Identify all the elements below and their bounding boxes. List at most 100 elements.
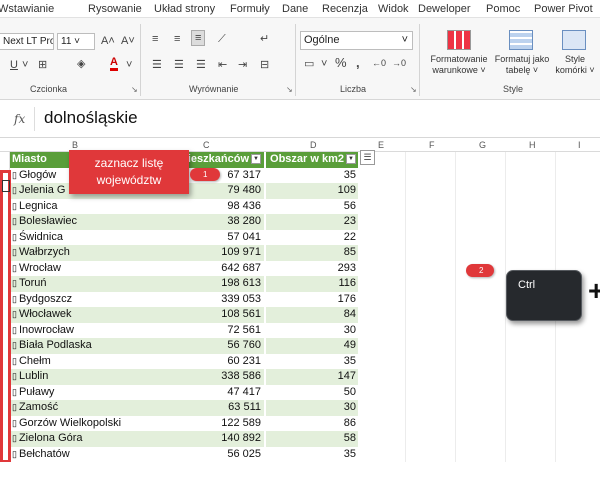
- fill-color-icon[interactable]: ◈: [77, 57, 85, 71]
- city-cell[interactable]: ▯ Wrocław: [10, 260, 158, 276]
- city-cell[interactable]: ▯ Legnica: [10, 198, 158, 214]
- area-cell[interactable]: 35: [266, 353, 358, 369]
- align-bottom-icon[interactable]: ≡: [191, 30, 206, 46]
- population-cell[interactable]: 57 041: [158, 229, 264, 245]
- area-cell[interactable]: 147: [266, 369, 358, 385]
- shrink-font-icon[interactable]: A˅: [121, 34, 135, 48]
- city-cell[interactable]: ▯ Bolesławiec: [10, 214, 158, 230]
- underline-icon[interactable]: U: [10, 58, 18, 72]
- increase-indent-icon[interactable]: ⇥: [238, 58, 247, 72]
- population-cell[interactable]: 72 561: [158, 322, 264, 338]
- number-dialog-launcher-icon[interactable]: ↘: [410, 85, 417, 94]
- city-cell[interactable]: ▯ Biała Podlaska: [10, 338, 158, 354]
- formula-input[interactable]: dolnośląskie: [44, 108, 138, 128]
- alignment-dialog-launcher-icon[interactable]: ↘: [286, 85, 293, 94]
- area-cell[interactable]: 109: [266, 183, 358, 199]
- city-cell[interactable]: ▯ Zamość: [10, 400, 158, 416]
- area-cell[interactable]: 50: [266, 384, 358, 400]
- filter-dropdown-icon[interactable]: ▼: [346, 154, 356, 165]
- chevron-down-icon[interactable]: ˅: [321, 57, 327, 71]
- city-cell[interactable]: ▯ Gorzów Wielkopolski: [10, 415, 158, 431]
- align-top-icon[interactable]: ≡: [152, 32, 158, 46]
- area-cell[interactable]: 293: [266, 260, 358, 276]
- area-cell[interactable]: 49: [266, 338, 358, 354]
- population-cell[interactable]: 122 589: [158, 415, 264, 431]
- tab-developer[interactable]: Deweloper: [418, 3, 471, 15]
- tab-formulas[interactable]: Formuły: [230, 3, 270, 15]
- column-header-d[interactable]: D: [310, 140, 317, 150]
- accounting-format-icon[interactable]: ▭: [304, 57, 314, 71]
- population-cell[interactable]: 63 511: [158, 400, 264, 416]
- percent-icon[interactable]: %: [335, 56, 347, 70]
- font-size-select[interactable]: 11 ˅: [57, 33, 95, 50]
- merge-center-icon[interactable]: ⊟: [260, 58, 269, 72]
- population-cell[interactable]: 198 613: [158, 276, 264, 292]
- area-cell[interactable]: 30: [266, 400, 358, 416]
- city-cell[interactable]: ▯ Toruń: [10, 276, 158, 292]
- tab-review[interactable]: Recenzja: [322, 3, 368, 15]
- city-cell[interactable]: ▯ Zielona Góra: [10, 431, 158, 447]
- city-cell[interactable]: ▯ Włocławek: [10, 307, 158, 323]
- area-cell[interactable]: 30: [266, 322, 358, 338]
- wrap-text-icon[interactable]: ↵: [260, 32, 269, 46]
- font-name-select[interactable]: Next LT Pro ˅: [0, 33, 54, 50]
- population-cell[interactable]: 38 280: [158, 214, 264, 230]
- tab-data[interactable]: Dane: [282, 3, 308, 15]
- dropdown-icon[interactable]: ˅: [22, 58, 28, 72]
- city-cell[interactable]: ▯ Chełm: [10, 353, 158, 369]
- column-header-e[interactable]: E: [378, 140, 384, 150]
- align-center-icon[interactable]: ☰: [174, 58, 184, 72]
- population-cell[interactable]: 60 231: [158, 353, 264, 369]
- city-cell[interactable]: ▯ Bełchatów: [10, 446, 158, 462]
- tab-view[interactable]: Widok: [378, 3, 409, 15]
- area-cell[interactable]: 84: [266, 307, 358, 323]
- decrease-decimal-icon[interactable]: →0: [392, 56, 406, 70]
- column-header-b[interactable]: B: [72, 140, 78, 150]
- font-dialog-launcher-icon[interactable]: ↘: [131, 85, 138, 94]
- area-cell[interactable]: 35: [266, 167, 358, 183]
- population-cell[interactable]: 140 892: [158, 431, 264, 447]
- population-cell[interactable]: 642 687: [158, 260, 264, 276]
- city-cell[interactable]: ▯ Lublin: [10, 369, 158, 385]
- filter-dropdown-icon[interactable]: ▼: [251, 154, 261, 165]
- number-format-select[interactable]: Ogólne ˅: [300, 31, 413, 50]
- align-middle-icon[interactable]: ≡: [174, 32, 180, 46]
- decrease-indent-icon[interactable]: ⇤: [218, 58, 227, 72]
- population-cell[interactable]: 109 971: [158, 245, 264, 261]
- column-header-i[interactable]: I: [578, 140, 581, 150]
- tab-draw[interactable]: Rysowanie: [88, 3, 142, 15]
- area-cell[interactable]: 58: [266, 431, 358, 447]
- tab-power-pivot[interactable]: Power Pivot: [534, 3, 593, 15]
- city-cell[interactable]: ▯ Inowrocław: [10, 322, 158, 338]
- population-cell[interactable]: 98 436: [158, 198, 264, 214]
- tab-help[interactable]: Pomoc: [486, 3, 520, 15]
- area-cell[interactable]: 116: [266, 276, 358, 292]
- tab-insert[interactable]: Wstawianie: [0, 3, 54, 15]
- area-cell[interactable]: 56: [266, 198, 358, 214]
- population-cell[interactable]: 47 417: [158, 384, 264, 400]
- city-cell[interactable]: ▯ Bydgoszcz: [10, 291, 158, 307]
- borders-icon[interactable]: ⊞: [38, 58, 47, 72]
- city-cell[interactable]: ▯ Puławy: [10, 384, 158, 400]
- population-cell[interactable]: 56 760: [158, 338, 264, 354]
- column-header-g[interactable]: G: [479, 140, 486, 150]
- column-header-c[interactable]: C: [203, 140, 210, 150]
- column-header-f[interactable]: F: [429, 140, 435, 150]
- comma-style-icon[interactable]: ,: [356, 56, 360, 70]
- header-cell-area[interactable]: Obszar w km2 ▼: [266, 152, 358, 168]
- tab-page-layout[interactable]: Układ strony: [154, 3, 215, 15]
- quick-analysis-icon[interactable]: ☰: [360, 150, 375, 165]
- increase-decimal-icon[interactable]: ←0: [372, 56, 386, 70]
- population-cell[interactable]: 338 586: [158, 369, 264, 385]
- area-cell[interactable]: 23: [266, 214, 358, 230]
- chevron-down-icon[interactable]: ˅: [126, 58, 132, 72]
- orientation-icon[interactable]: ⟋: [218, 32, 226, 46]
- insert-function-icon[interactable]: fx: [14, 112, 25, 126]
- area-cell[interactable]: 35: [266, 446, 358, 462]
- font-color-icon[interactable]: A: [110, 56, 118, 71]
- column-header-h[interactable]: H: [529, 140, 536, 150]
- population-cell[interactable]: 339 053: [158, 291, 264, 307]
- area-cell[interactable]: 86: [266, 415, 358, 431]
- align-right-icon[interactable]: ☰: [196, 58, 206, 72]
- city-cell[interactable]: ▯ Świdnica: [10, 229, 158, 245]
